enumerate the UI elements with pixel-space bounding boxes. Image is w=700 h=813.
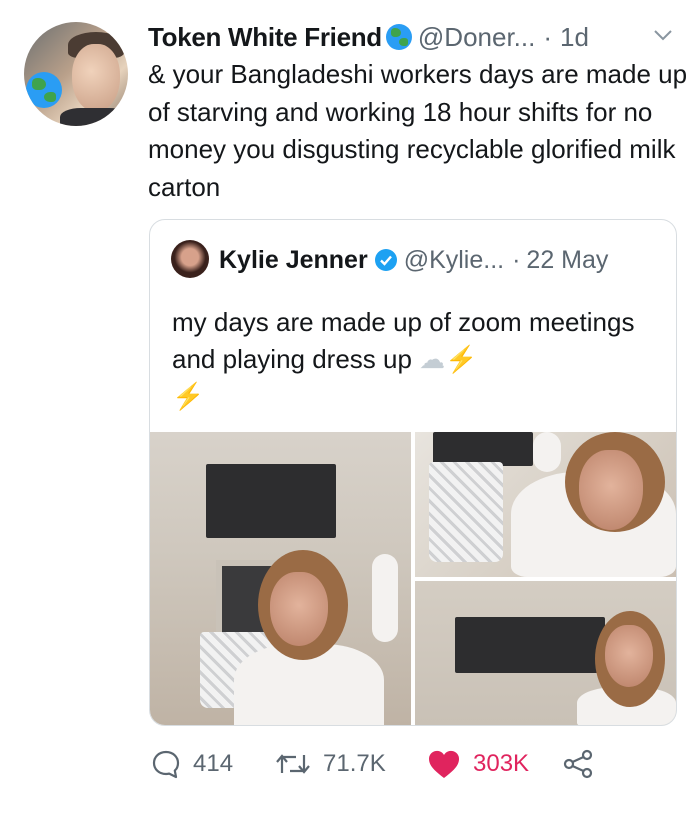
quoted-tweet-text: my days are made up of zoom meetings and… — [172, 304, 652, 415]
tv-shape — [206, 464, 336, 538]
heart-icon — [428, 750, 460, 778]
globe-icon — [385, 24, 412, 50]
retweet-icon — [276, 754, 310, 774]
share-button[interactable] — [561, 744, 605, 784]
retweet-count: 71.7K — [323, 750, 386, 777]
retweet-button[interactable]: 71.7K — [273, 744, 386, 784]
separator-dot: · — [543, 21, 553, 52]
chevron-down-icon[interactable] — [652, 24, 674, 46]
face-shape — [605, 625, 653, 687]
verified-badge-icon — [374, 249, 397, 271]
quoted-author-handle[interactable]: @Kylie... — [404, 246, 504, 275]
lightning-emoji-icon: ⚡ — [445, 344, 478, 374]
photo-2[interactable] — [415, 432, 676, 577]
cloud-emoji-icon: ☁ — [419, 344, 446, 374]
photo-3[interactable] — [415, 581, 676, 725]
quoted-author-avatar[interactable] — [171, 240, 209, 278]
tv-shape — [433, 432, 533, 466]
media-grid — [150, 432, 676, 725]
author-avatar[interactable] — [24, 22, 128, 126]
tweet-header: Token White Friend @Doner... · 1d — [148, 20, 589, 54]
face-shape — [579, 450, 643, 530]
avatar-face — [72, 44, 120, 112]
lightning-emoji-icon: ⚡ — [172, 381, 205, 411]
reply-count: 414 — [193, 750, 234, 777]
quoted-tweet[interactable]: Kylie Jenner @Kylie... · 22 May my days … — [149, 219, 677, 726]
share-icon — [563, 749, 593, 779]
handbag-shape — [429, 462, 503, 562]
boot-shape — [533, 432, 561, 472]
boot-shape — [372, 554, 398, 642]
quoted-tweet-timestamp[interactable]: 22 May — [526, 246, 608, 275]
reply-button[interactable]: 414 — [149, 744, 233, 784]
tweet-timestamp[interactable]: 1d — [560, 22, 589, 53]
separator-dot: · — [512, 245, 521, 274]
quoted-author-name[interactable]: Kylie Jenner — [219, 246, 368, 275]
author-handle[interactable]: @Doner... — [418, 22, 535, 53]
reply-icon — [152, 750, 180, 779]
like-count: 303K — [473, 750, 530, 777]
author-name[interactable]: Token White Friend — [148, 22, 382, 53]
tweet-actions: 414 71.7K 303K — [149, 744, 675, 784]
avatar-shirt — [60, 108, 128, 126]
quoted-tweet-header: Kylie Jenner @Kylie... · 22 May — [219, 242, 608, 278]
tweet-text: & your Bangladeshi workers days are made… — [148, 59, 688, 202]
face-shape — [270, 572, 328, 646]
photo-1[interactable] — [150, 432, 411, 725]
globe-icon — [26, 72, 62, 108]
tv-shape — [455, 617, 605, 673]
quoted-tweet-text-main: my days are made up of zoom meetings and… — [172, 307, 635, 374]
like-button[interactable]: 303K — [425, 744, 529, 784]
